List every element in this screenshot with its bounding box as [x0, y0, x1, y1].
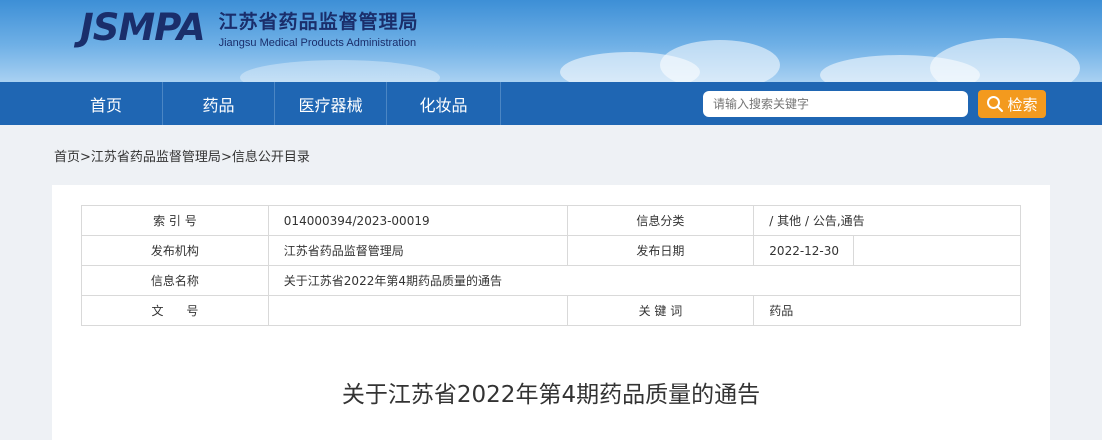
- cloud-decoration: [930, 38, 1080, 82]
- breadcrumb: 首页>江苏省药品监督管理局>信息公开目录: [54, 146, 310, 165]
- empty-cell: [853, 235, 1021, 266]
- nav-item-cosmetics[interactable]: 化妆品: [387, 82, 501, 125]
- table-row: 索 引 号 014000394/2023-00019 信息分类 / 其他 / 公…: [81, 205, 1021, 236]
- logo-text: JSMPA: [80, 6, 206, 49]
- org-name: 江苏省药品监督管理局 Jiangsu Medical Products Admi…: [219, 7, 419, 49]
- org-name-cn: 江苏省药品监督管理局: [218, 10, 419, 33]
- content-panel: 索 引 号 014000394/2023-00019 信息分类 / 其他 / 公…: [52, 185, 1050, 440]
- breadcrumb-separator: >: [220, 150, 232, 165]
- breadcrumb-level2[interactable]: 信息公开目录: [232, 150, 310, 165]
- site-logo[interactable]: JSMPA 江苏省药品监督管理局 Jiangsu Medical Product…: [80, 6, 419, 49]
- table-row: 发布机构 江苏省药品监督管理局 发布日期 2022-12-30: [81, 235, 1021, 266]
- site-header: JSMPA 江苏省药品监督管理局 Jiangsu Medical Product…: [0, 0, 1102, 82]
- main-nav: 首页 药品 医疗器械 化妆品 检索: [0, 82, 1102, 125]
- search-button[interactable]: 检索: [978, 90, 1046, 118]
- keywords-label: 关 键 词: [566, 295, 755, 326]
- docno-label: 文 号: [81, 295, 269, 326]
- table-row: 文 号 关 键 词 药品: [81, 295, 1021, 326]
- breadcrumb-separator: >: [80, 150, 91, 165]
- search-button-label: 检索: [1007, 95, 1038, 114]
- category-label: 信息分类: [566, 205, 755, 236]
- search-icon: [987, 96, 1004, 112]
- docno-value: [267, 295, 568, 326]
- article-title: 关于江苏省2022年第4期药品质量的通告: [341, 382, 761, 408]
- cloud-decoration: [240, 60, 440, 82]
- info-meta-table: 索 引 号 014000394/2023-00019 信息分类 / 其他 / 公…: [81, 205, 1022, 326]
- search-input[interactable]: [703, 91, 968, 117]
- index-label: 索 引 号: [81, 205, 269, 236]
- breadcrumb-home[interactable]: 首页: [54, 150, 80, 165]
- publisher-value: 江苏省药品监督管理局: [267, 235, 568, 266]
- date-value: 2022-12-30: [753, 235, 855, 266]
- keywords-value: 药品: [753, 295, 1021, 326]
- nav-item-home[interactable]: 首页: [50, 82, 163, 125]
- cloud-decoration: [660, 40, 780, 82]
- date-label: 发布日期: [566, 235, 755, 266]
- nav-item-drugs[interactable]: 药品: [163, 82, 275, 125]
- category-value: / 其他 / 公告,通告: [753, 205, 1021, 236]
- nav-item-medical-devices[interactable]: 医疗器械: [275, 82, 387, 125]
- breadcrumb-level1[interactable]: 江苏省药品监督管理局: [91, 150, 221, 165]
- publisher-label: 发布机构: [81, 235, 269, 266]
- name-value: 关于江苏省2022年第4期药品质量的通告: [267, 265, 1022, 296]
- table-row: 信息名称 关于江苏省2022年第4期药品质量的通告: [81, 265, 1022, 296]
- name-label: 信息名称: [81, 265, 269, 296]
- index-value: 014000394/2023-00019: [267, 205, 568, 236]
- org-name-en: Jiangsu Medical Products Administration: [218, 36, 417, 49]
